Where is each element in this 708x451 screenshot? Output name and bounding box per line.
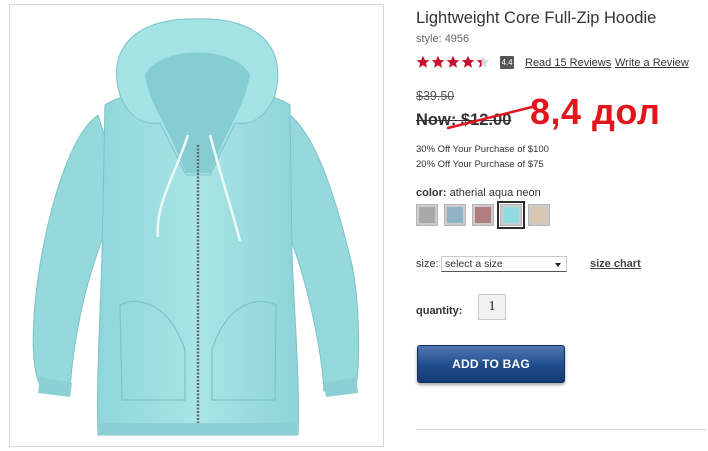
write-review-link[interactable]: Write a Review bbox=[615, 57, 689, 69]
product-image bbox=[9, 4, 384, 447]
color-swatch[interactable] bbox=[444, 204, 466, 226]
add-to-bag-button[interactable]: ADD TO BAG bbox=[417, 345, 565, 383]
read-reviews-link[interactable]: Read 15 Reviews bbox=[525, 57, 611, 69]
color-swatch[interactable] bbox=[472, 204, 494, 226]
style-value: 4956 bbox=[444, 33, 470, 45]
swatch-fill bbox=[419, 207, 435, 223]
quantity-input[interactable]: 1 bbox=[478, 294, 506, 320]
selected-color-name: atherial aqua neon bbox=[449, 187, 541, 199]
star-icon bbox=[476, 55, 490, 68]
color-label: color: atherial aqua neon bbox=[416, 187, 541, 199]
chevron-down-icon bbox=[555, 263, 561, 267]
swatch-fill bbox=[503, 207, 519, 223]
original-price: $39.50 bbox=[416, 89, 455, 103]
style-number: style: 4956 bbox=[416, 33, 472, 45]
quantity-label: quantity: bbox=[416, 305, 463, 317]
strike-through-mark bbox=[446, 105, 534, 130]
star-icon bbox=[431, 55, 445, 68]
color-label-text: color: bbox=[416, 187, 447, 199]
size-label: size: bbox=[416, 258, 439, 270]
promo-line: 30% Off Your Purchase of $100 bbox=[416, 144, 549, 155]
color-swatches bbox=[416, 201, 556, 229]
size-chart-link[interactable]: size chart bbox=[590, 258, 641, 270]
color-swatch[interactable] bbox=[416, 204, 438, 226]
color-swatch[interactable] bbox=[497, 201, 525, 229]
star-icon bbox=[446, 55, 460, 68]
swatch-fill bbox=[475, 207, 491, 223]
star-icon bbox=[416, 55, 430, 68]
product-info: Lightweight Core Full-Zip Hoodie style: 4… bbox=[416, 0, 706, 451]
annotated-price: 8,4 дол bbox=[530, 91, 661, 132]
rating-row: 4.4 Read 15 Reviews Write a Review bbox=[416, 55, 706, 71]
promo-line: 20% Off Your Purchase of $75 bbox=[416, 159, 544, 170]
style-label: style: bbox=[416, 33, 442, 45]
size-placeholder: select a size bbox=[445, 258, 503, 270]
star-rating bbox=[416, 55, 491, 69]
product-title: Lightweight Core Full-Zip Hoodie bbox=[416, 9, 657, 27]
swatch-fill bbox=[531, 207, 547, 223]
color-swatch[interactable] bbox=[528, 204, 550, 226]
swatch-fill bbox=[447, 207, 463, 223]
rating-badge: 4.4 bbox=[500, 56, 514, 69]
divider bbox=[416, 429, 706, 430]
star-icon bbox=[461, 55, 475, 68]
size-dropdown[interactable]: select a size bbox=[441, 256, 567, 272]
hoodie-illustration bbox=[32, 18, 360, 436]
